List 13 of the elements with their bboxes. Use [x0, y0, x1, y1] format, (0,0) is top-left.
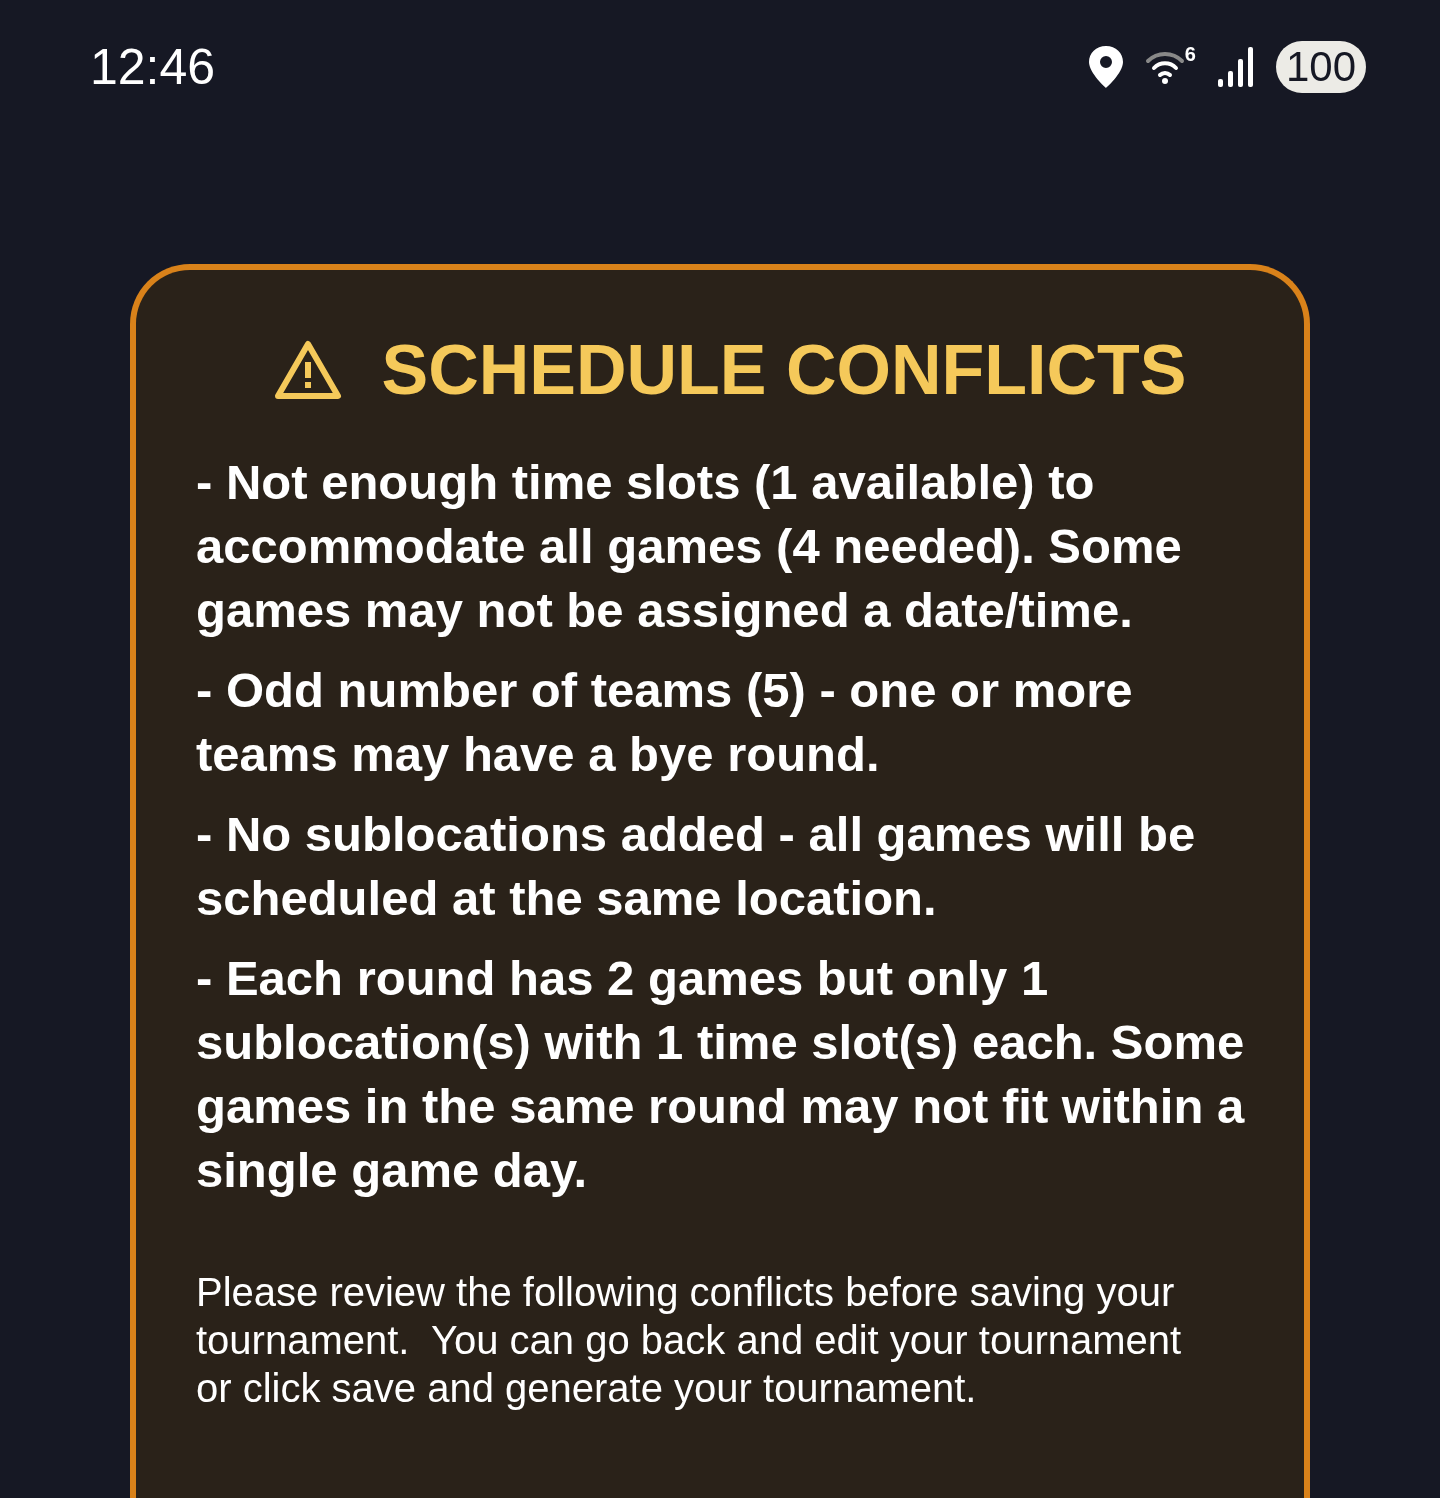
dialog-title: SCHEDULE CONFLICTS: [381, 330, 1187, 410]
clock-time: 12:46: [90, 38, 217, 96]
conflict-message: - Odd number of teams (5) - one or more teams may have a bye round.: [196, 662, 1134, 783]
conflict-message: - No sublocations added - all games will be scheduled at the same location.: [196, 806, 1197, 927]
conflict-message: - Each round has 2 games but only 1 sublocation(s) with 1 time slot(s) each. Some games in the same round may not fit within a single game day.: [196, 950, 1246, 1199]
signal-icon: [1217, 47, 1254, 87]
wifi-icon: [1144, 49, 1185, 85]
location-icon: [1088, 46, 1123, 88]
review-message: Please review the following conflicts before saving your tournament. You can go back and edit your tournament or click save and generate your tournament.: [196, 1269, 1183, 1412]
battery-level: 100: [1275, 41, 1366, 93]
warning-icon: [273, 340, 342, 400]
conflict-message: - Not enough time slots (1 available) to accommodate all games (4 needed). Some games may not be assigned a date/time.: [196, 454, 1183, 639]
wifi-generation-label: 6: [1184, 43, 1196, 66]
